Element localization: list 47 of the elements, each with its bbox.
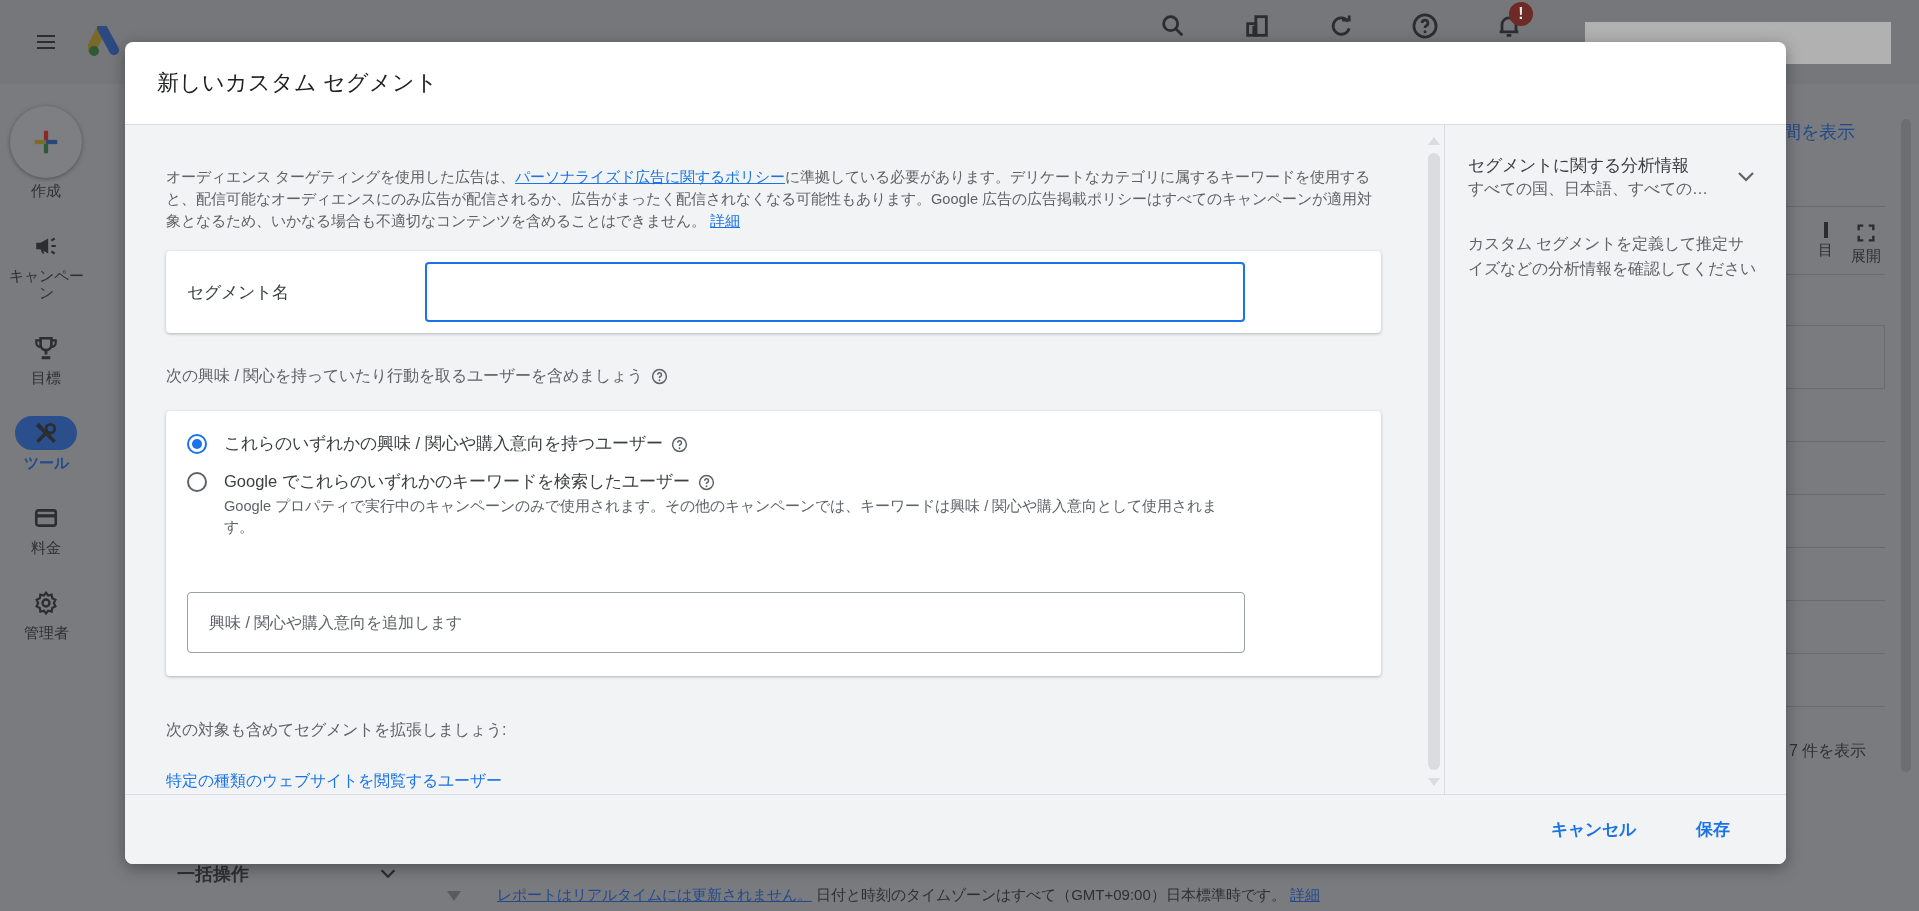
dialog-title: 新しいカスタム セグメント [157,69,439,97]
toolbar-button[interactable]: 目 [1814,219,1837,266]
settings-icon[interactable] [33,590,59,616]
text-button[interactable]: 保存 [1676,810,1750,849]
option-label[interactable]: Google でこれらのいずれかのキーワードを検索したユーザー [224,471,690,493]
row-count: 7 件を表示 [1789,741,1868,761]
tools-icon[interactable] [33,420,59,446]
field-label: セグメント名 [187,281,290,304]
bar-icon[interactable] [1243,12,1271,40]
nav-label[interactable]: キャンペーン [7,267,85,301]
nav-label[interactable]: 目標 [31,369,61,386]
report-note: レポートはリアルタイムには更新されません。 日付と時刻のタイムゾーンはすべて（GMT+09:00）日本標準時です。 詳細 [497,886,1320,905]
section-heading: 次の興味 / 関心を持っていたり行動を取るユーザーを含めましょう [166,366,644,386]
option-note: Google プロパティで実行中のキャンペーンのみで使用されます。その他のキャンペーンでは、キーワードは興味 / 関心や購入意向として使用されます。 [224,497,1219,537]
columns-icon [1823,222,1828,238]
interest-field[interactable]: 興味 / 関心や購入意向を追加します [187,592,1245,653]
help-icon[interactable] [697,473,715,491]
text-button[interactable]: キャンセル [1531,810,1656,849]
details-link[interactable]: 詳細 [710,213,741,229]
radio-button[interactable] [187,472,207,492]
segment-name-field[interactable] [425,262,1245,322]
nav-label[interactable]: 料金 [31,539,61,556]
nav-label[interactable]: 管理者 [23,624,69,641]
insights-title: セグメントに関する分析情報 [1468,155,1690,176]
details-link[interactable]: 詳細 [1289,886,1320,903]
policy-text: オーディエンス ターゲティングを使用した広告は、パーソナライズド広告に関するポリシーに準拠している必要があります。デリケートなカテゴリに属するキーワードを使用すると、配信可能なオーディエンスにのみ広告が配信されるか、広告がまったく配信されなくなる可能性もあります。Google 広告の広告掲載ポリシーはすべてのキャンペーンが適用対象となるため、いかなる場合も不適切なコンテンツを含めることはできません。 詳細 [166,168,1374,231]
nav-label[interactable]: 作成 [31,182,61,199]
bulk-actions-dropdown[interactable]: 一括操作 [177,862,399,886]
option-label[interactable]: これらのいずれかの興味 / 関心や購入意向を持つユーザー [224,433,663,455]
insights-summary: すべての国、日本語、すべての… [1468,179,1708,199]
section-heading: 次の対象も含めてセグメントを拡張しましょう: [166,720,508,740]
help-icon[interactable] [670,435,688,453]
report-link[interactable]: レポートはリアルタイムには更新されません。 [497,886,812,903]
expand-icon [1855,222,1877,244]
toolbar-button[interactable]: 展開 [1847,219,1885,266]
policy-link[interactable]: パーソナライズド広告に関するポリシー [515,169,786,185]
help-icon[interactable] [651,368,669,385]
help-icon[interactable] [1411,12,1439,40]
trophy-icon[interactable] [33,335,59,361]
nav-label[interactable]: ツール [23,454,69,471]
selection-pill[interactable] [15,416,77,450]
audience-link[interactable]: 特定の種類のウェブサイトを閲覧するユーザー [166,771,502,792]
triangle-icon [447,890,461,901]
create-button[interactable] [10,106,82,178]
notification-badge: ! [1509,2,1533,26]
insights-description: カスタム セグメントを定義して推定サイズなどの分析情報を確認してください [1468,234,1757,279]
radio-button[interactable] [187,434,207,454]
